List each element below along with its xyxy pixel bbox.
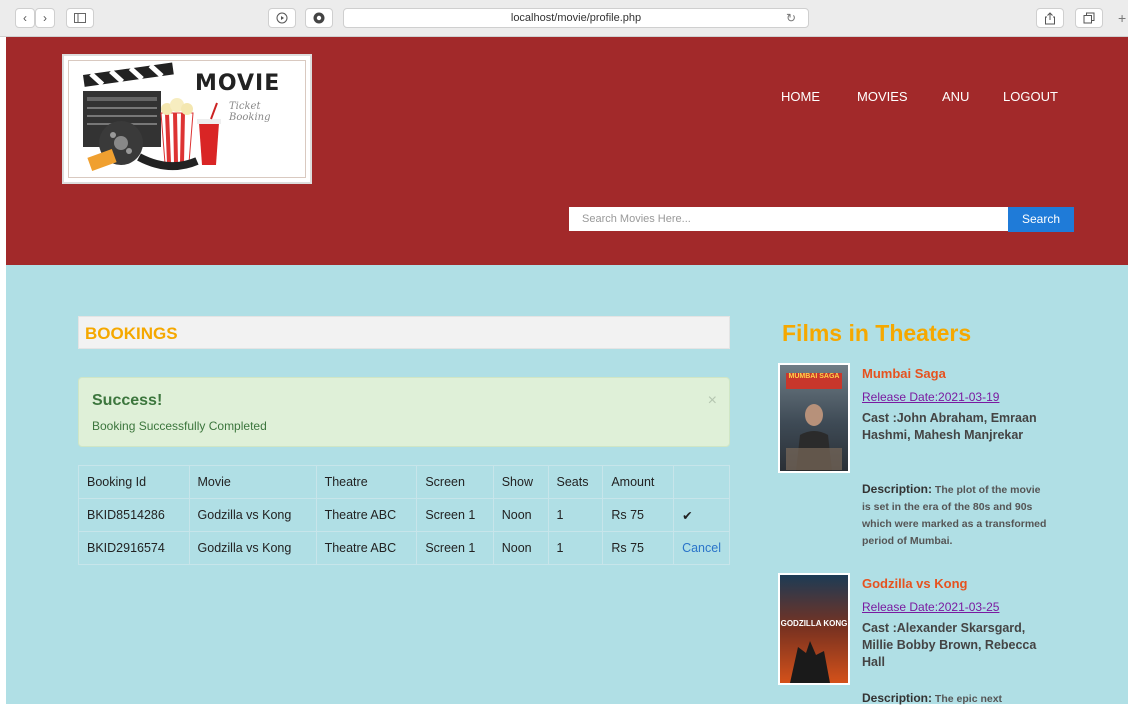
logo-frame: MOVIE Ticket Booking — [68, 60, 306, 178]
nav-user[interactable]: ANU — [942, 89, 969, 104]
share-icon — [1045, 11, 1055, 24]
bookings-heading: BOOKINGS — [78, 316, 730, 349]
poster-title-text: GODZILLA KONG — [780, 619, 848, 628]
film-release-date[interactable]: Release Date:2021-03-25 — [862, 600, 999, 614]
nav-logout[interactable]: LOGOUT — [1003, 89, 1058, 104]
close-icon[interactable]: × — [708, 392, 717, 410]
description-text: The epic next — [932, 693, 1003, 705]
bookings-table: Booking Id Movie Theatre Screen Show Sea… — [78, 465, 730, 565]
booking-show: Noon — [492, 531, 549, 565]
column-header: Booking Id — [78, 465, 190, 499]
share-button[interactable] — [1036, 8, 1064, 28]
booking-amount: Rs 75 — [602, 531, 675, 565]
forward-button[interactable]: › — [35, 8, 55, 28]
film-description: Description: The epic next — [862, 690, 1052, 708]
alert-message: Booking Successfully Completed — [92, 419, 267, 433]
booking-movie: Godzilla vs Kong — [188, 531, 317, 565]
film-release-date[interactable]: Release Date:2021-03-19 — [862, 390, 999, 404]
booking-id: BKID2916574 — [78, 531, 190, 565]
check-icon: ✔ — [673, 498, 730, 532]
booking-seats: 1 — [547, 531, 604, 565]
film-cast: Cast :Alexander Skarsgard, Millie Bobby … — [862, 621, 1037, 669]
description-label: Description: — [862, 691, 933, 705]
film-cast: Cast :John Abraham, Emraan Hashmi, Mahes… — [862, 411, 1037, 442]
booking-movie: Godzilla vs Kong — [188, 498, 317, 532]
booking-id: BKID8514286 — [78, 498, 190, 532]
cancel-booking-link[interactable]: Cancel — [673, 531, 730, 565]
url-bar[interactable]: localhost/movie/profile.php ↻ — [343, 8, 809, 28]
back-button[interactable]: ‹ — [15, 8, 35, 28]
nav-movies[interactable]: MOVIES — [857, 89, 908, 104]
search-input[interactable]: Search Movies Here... — [569, 207, 1008, 231]
extension-icon — [313, 12, 325, 24]
column-header: Theatre — [315, 465, 418, 499]
logo-title: MOVIE — [195, 71, 281, 96]
booking-amount: Rs 75 — [602, 498, 675, 532]
site-logo[interactable]: MOVIE Ticket Booking — [62, 54, 312, 184]
film-title[interactable]: Mumbai Saga — [862, 366, 946, 381]
description-label: Description: — [862, 482, 933, 496]
column-header: Show — [492, 465, 549, 499]
table-row: BKID8514286 Godzilla vs Kong Theatre ABC… — [78, 498, 730, 532]
film-title[interactable]: Godzilla vs Kong — [862, 576, 967, 591]
booking-screen: Screen 1 — [416, 531, 494, 565]
column-header: Screen — [416, 465, 494, 499]
play-circle-icon — [276, 12, 288, 24]
reload-icon[interactable]: ↻ — [786, 9, 796, 27]
column-header: Amount — [602, 465, 675, 499]
browser-toolbar: ‹ › localhost/movie/profile.php ↻ + — [0, 0, 1128, 37]
tabs-icon — [1083, 12, 1095, 24]
nav-home[interactable]: HOME — [781, 89, 820, 104]
sidebar-toggle-button[interactable] — [66, 8, 94, 28]
booking-theatre: Theatre ABC — [315, 498, 418, 532]
chevron-left-icon: ‹ — [23, 11, 27, 25]
film-poster[interactable]: MUMBAI SAGA — [778, 363, 850, 473]
poster-monster-icon — [790, 641, 830, 683]
film-poster[interactable]: GODZILLA KONG — [778, 573, 850, 685]
column-header: Movie — [188, 465, 317, 499]
films-in-theaters-title: Films in Theaters — [782, 320, 972, 346]
column-header: Seats — [547, 465, 604, 499]
booking-theatre: Theatre ABC — [315, 531, 418, 565]
booking-seats: 1 — [547, 498, 604, 532]
search-button[interactable]: Search — [1008, 207, 1074, 232]
extension-button[interactable] — [305, 8, 333, 28]
alert-title: Success! — [92, 392, 163, 409]
url-text: localhost/movie/profile.php — [510, 12, 642, 24]
logo-subtitle: Ticket Booking — [229, 101, 271, 123]
poster-title-text: MUMBAI SAGA — [786, 373, 842, 389]
column-header — [673, 465, 730, 499]
site-header: MOVIE Ticket Booking HOME MOVIES ANU LOG… — [6, 37, 1128, 265]
booking-show: Noon — [492, 498, 549, 532]
booking-screen: Screen 1 — [416, 498, 494, 532]
main-content: BOOKINGS Success! Booking Successfully C… — [6, 265, 1128, 705]
chevron-right-icon: › — [43, 11, 47, 25]
table-header-row: Booking Id Movie Theatre Screen Show Sea… — [78, 465, 730, 499]
sidebar-icon — [74, 13, 86, 23]
success-alert: Success! Booking Successfully Completed … — [78, 377, 730, 447]
table-row: BKID2916574 Godzilla vs Kong Theatre ABC… — [78, 531, 730, 565]
poster-figure-icon — [786, 404, 842, 471]
film-description: Description: The plot of the movie is se… — [862, 481, 1052, 550]
new-tab-icon[interactable]: + — [1118, 10, 1128, 30]
reader-button[interactable] — [268, 8, 296, 28]
tabs-button[interactable] — [1075, 8, 1103, 28]
